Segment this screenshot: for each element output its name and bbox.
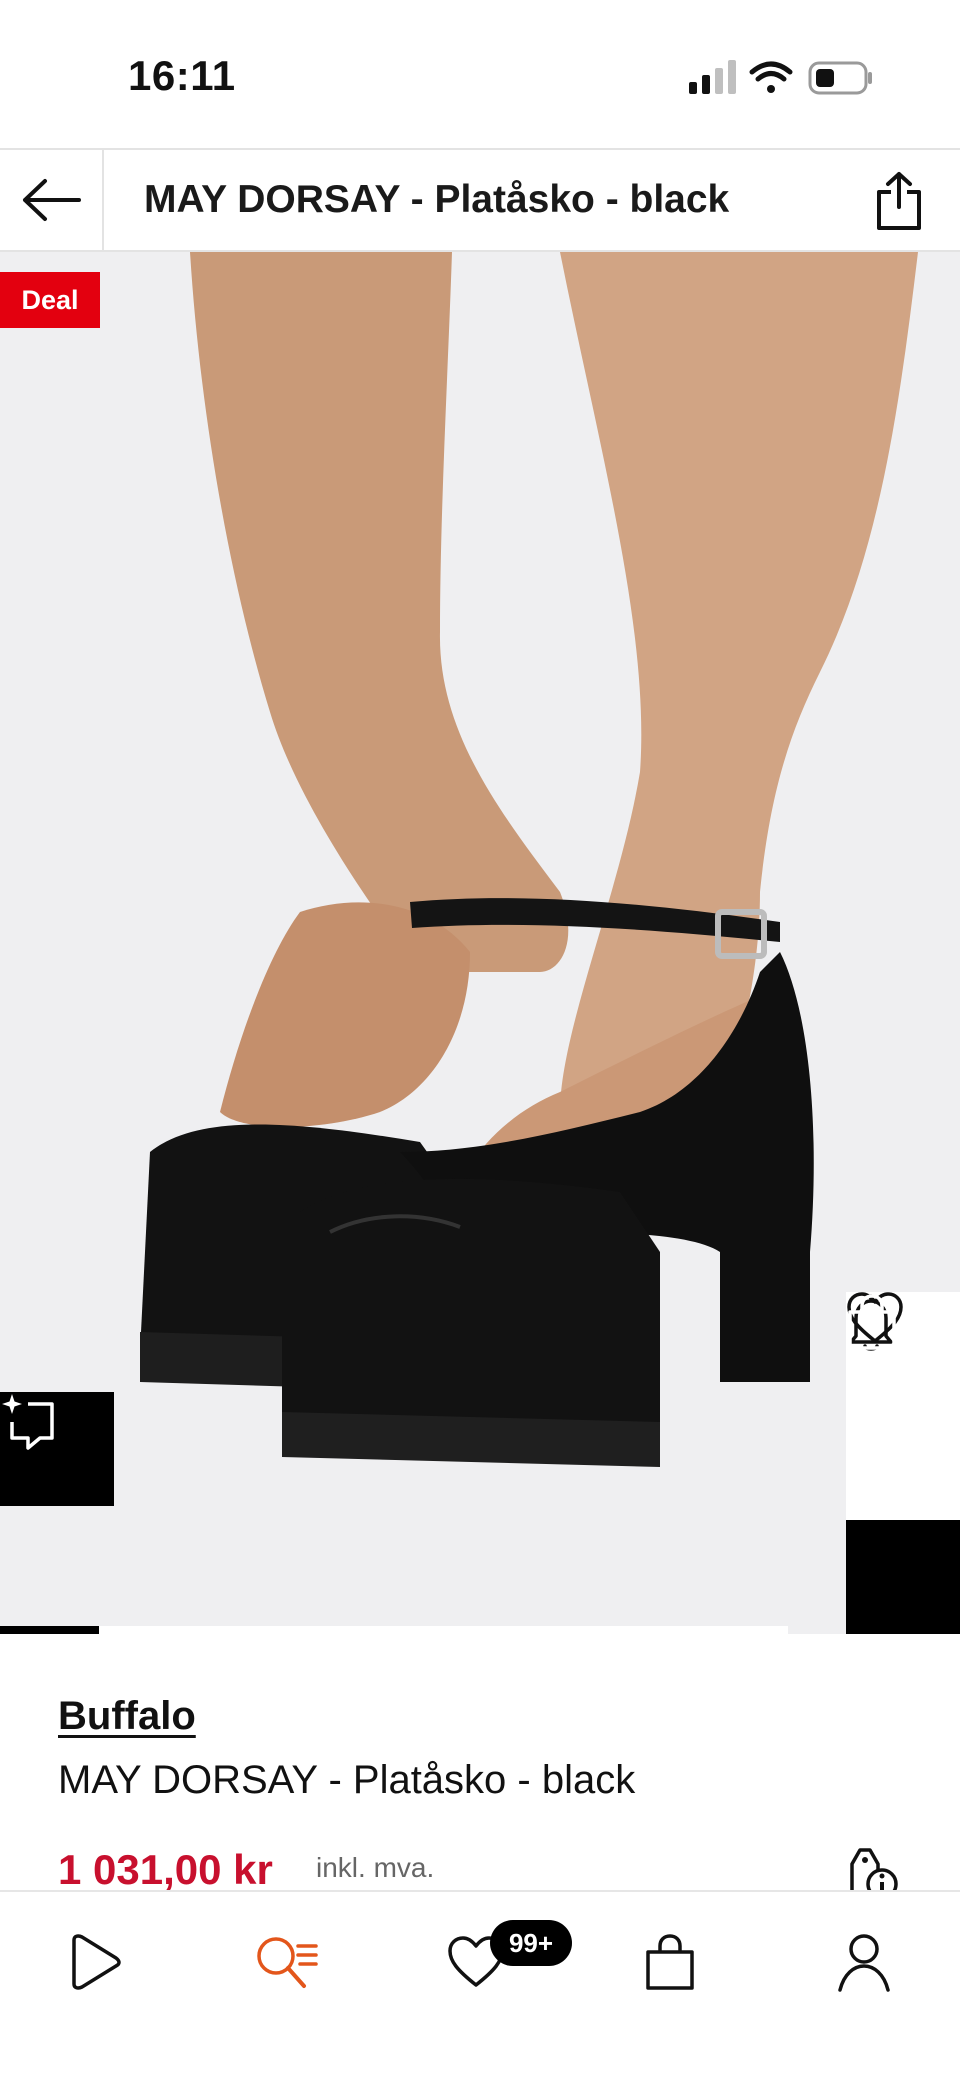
product-photo [0, 252, 960, 1634]
price-note: inkl. mva. [316, 1852, 435, 1883]
share-button[interactable] [864, 164, 934, 238]
product-name: MAY DORSAY - Platåsko - black [58, 1758, 636, 1802]
share-icon [877, 172, 921, 230]
nav-bag[interactable] [630, 1922, 710, 2002]
add-to-bag-button[interactable] [846, 1294, 960, 1634]
status-time: 16:11 [128, 52, 236, 99]
gallery-progress [0, 1626, 788, 1634]
brand-link[interactable]: Buffalo [58, 1694, 196, 1739]
nav-home[interactable] [54, 1922, 134, 2002]
nav-search[interactable] [246, 1922, 326, 2002]
header-bar: MAY DORSAY - Platåsko - black [0, 148, 960, 252]
bag-icon [646, 1934, 694, 1990]
product-info: Buffalo MAY DORSAY - Platåsko - black 1 … [0, 1634, 960, 1893]
wifi-icon [749, 61, 793, 93]
wishlist-count-badge: 99+ [490, 1920, 572, 1966]
status-bar: 16:11 [0, 0, 960, 148]
gallery-progress-fill [0, 1626, 99, 1634]
page-title: MAY DORSAY - Platåsko - black [144, 178, 730, 221]
arrow-left-icon [23, 179, 81, 221]
home-play-icon [72, 1934, 121, 1990]
wishlist-button[interactable] [846, 1292, 960, 1520]
find-similar-button[interactable] [0, 1392, 114, 1506]
deal-badge: Deal [0, 272, 100, 328]
cellular-signal-icon [689, 60, 736, 94]
sparkle-frame-icon [2, 1394, 54, 1450]
side-actions [846, 1292, 960, 1634]
back-button[interactable] [0, 150, 104, 250]
status-icons [689, 60, 872, 95]
search-list-icon [257, 1937, 318, 1988]
profile-icon [838, 1934, 890, 1992]
tag-info-icon [850, 1848, 898, 1892]
price-info-button[interactable] [840, 1842, 904, 1892]
product-image-gallery[interactable]: Deal [0, 252, 960, 1634]
bottom-navigation: 99+ [0, 1890, 960, 2087]
product-price: 1 031,00 kr [58, 1846, 273, 1893]
nav-profile[interactable] [824, 1922, 904, 2002]
shopping-bag-icon [848, 1294, 896, 1350]
battery-icon [808, 61, 872, 95]
